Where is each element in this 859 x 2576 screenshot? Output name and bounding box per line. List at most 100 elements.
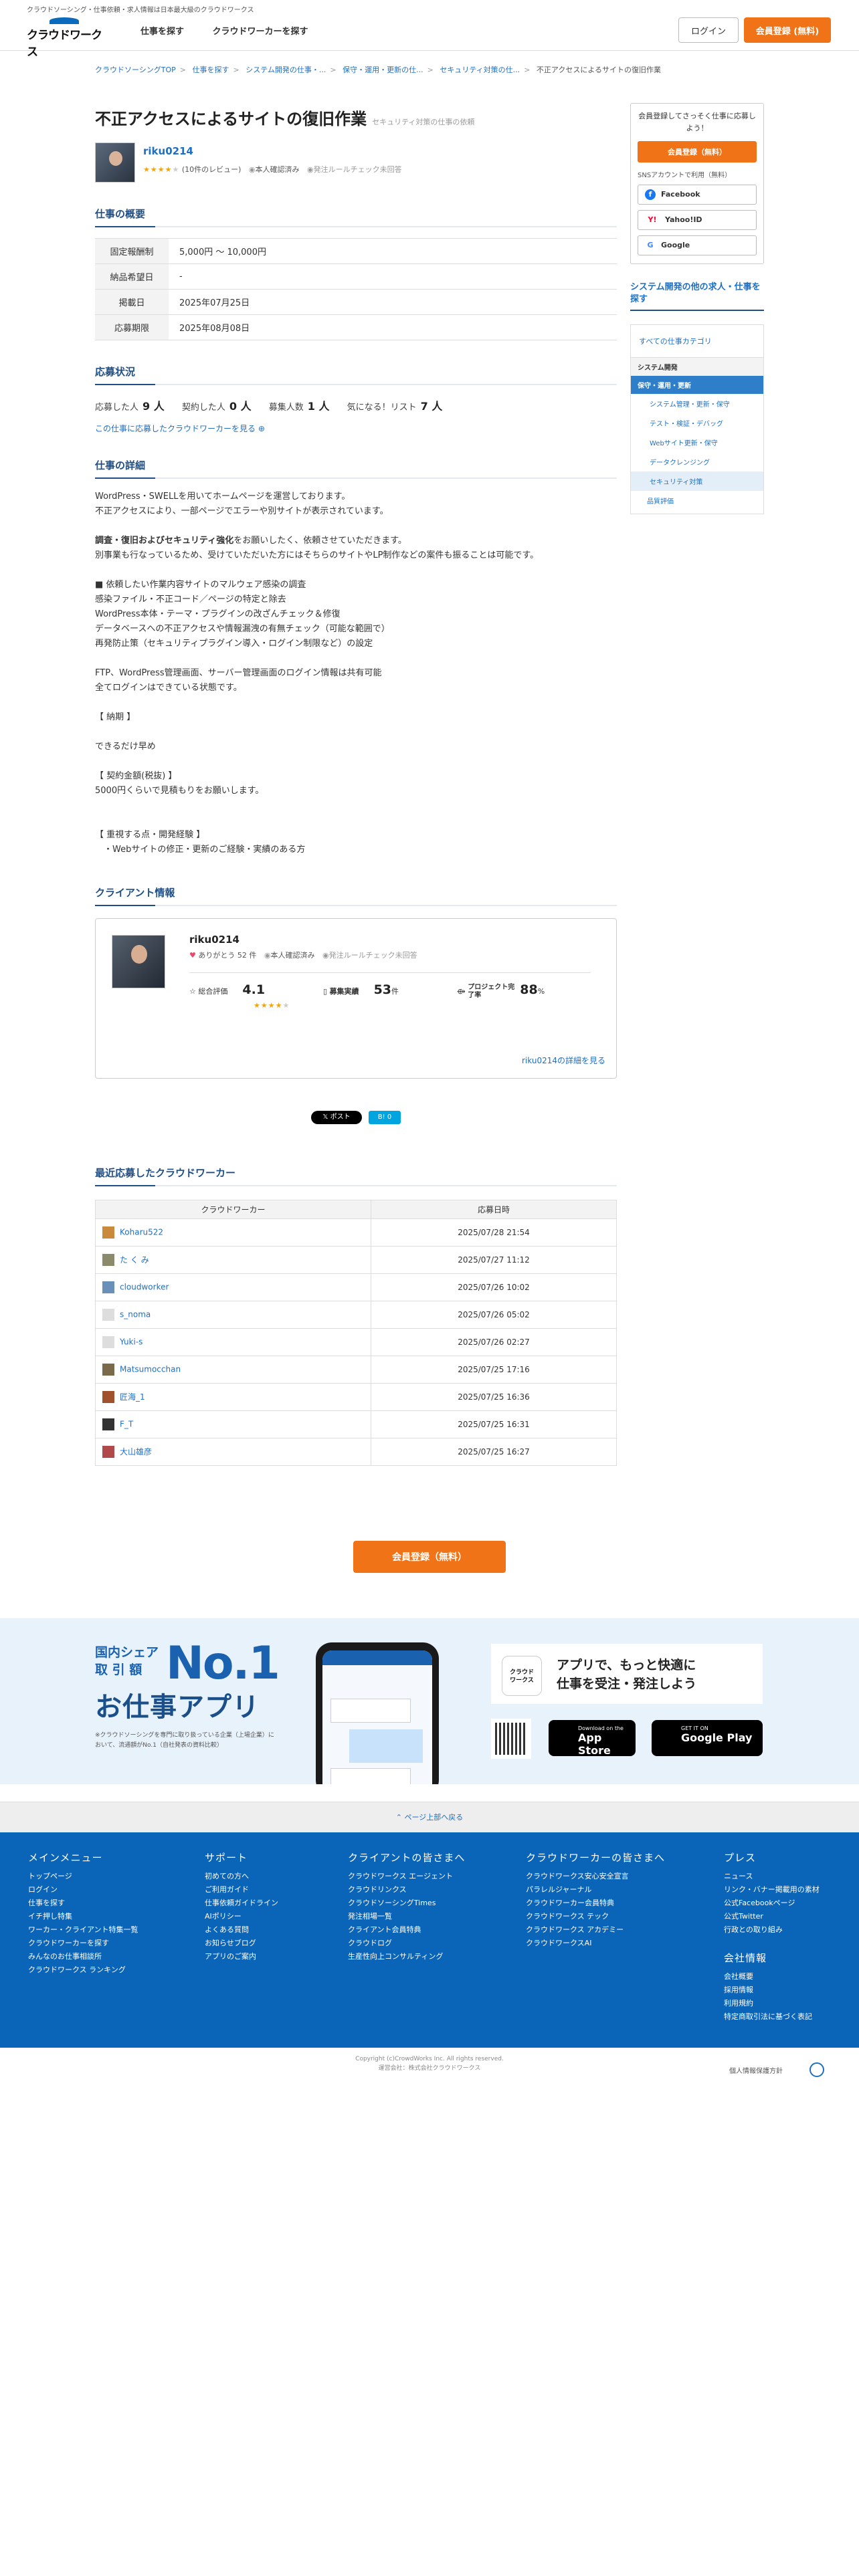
applicant-cell: た く み bbox=[95, 1246, 371, 1274]
footer-link[interactable]: クラウドログ bbox=[348, 1937, 465, 1950]
category-item[interactable]: 品質評価 bbox=[631, 491, 763, 514]
footer-link[interactable]: クラウドワークス エージェント bbox=[348, 1870, 465, 1883]
category-item[interactable]: テスト・検証・デバッグ bbox=[631, 413, 763, 433]
category-item[interactable]: システム管理・更新・保守 bbox=[631, 394, 763, 413]
breadcrumb-item[interactable]: セキュリティ対策の仕... bbox=[440, 66, 520, 74]
applicant-name-link[interactable]: Matsumocchan bbox=[120, 1365, 181, 1374]
sidebar-register-button[interactable]: 会員登録（無料） bbox=[638, 141, 757, 163]
footer-link[interactable]: 特定商取引法に基づく表記 bbox=[724, 2010, 820, 2024]
footer-link[interactable]: ニュース bbox=[724, 1870, 820, 1883]
category-item-current[interactable]: セキュリティ対策 bbox=[631, 471, 763, 491]
footer-link[interactable]: 発注相場一覧 bbox=[348, 1910, 465, 1923]
footer-link[interactable]: 行政との取り組み bbox=[724, 1923, 820, 1937]
page-top-link[interactable]: ⌃ ページ上部へ戻る bbox=[0, 1802, 859, 1832]
footer-link[interactable]: クラウドソーシングTimes bbox=[348, 1897, 465, 1910]
applicant-avatar[interactable] bbox=[102, 1254, 114, 1267]
footer-link[interactable]: ログイン bbox=[28, 1883, 138, 1897]
footer-link[interactable]: 生産性向上コンサルティング bbox=[348, 1950, 465, 1963]
applicant-avatar[interactable] bbox=[102, 1364, 114, 1376]
footer-link[interactable]: 会社概要 bbox=[724, 1970, 820, 1983]
footer-link[interactable]: トップページ bbox=[28, 1870, 138, 1883]
login-button[interactable]: ログイン bbox=[678, 17, 739, 43]
applicant-avatar[interactable] bbox=[102, 1309, 114, 1321]
footer-link[interactable]: クラウドワークス テック bbox=[526, 1910, 665, 1923]
footer-link[interactable]: クライアント会員特典 bbox=[348, 1923, 465, 1937]
google-login-button[interactable]: G Google bbox=[638, 235, 757, 255]
footer-link[interactable]: クラウドワークス安心安全宣言 bbox=[526, 1870, 665, 1883]
client-detail-link[interactable]: riku0214の詳細を見る bbox=[522, 1055, 605, 1066]
footer-link[interactable]: クラウドワーカーを探す bbox=[28, 1937, 138, 1950]
breadcrumb-item[interactable]: システム開発の仕事・... bbox=[246, 66, 326, 74]
bottom-register-button[interactable]: 会員登録（無料） bbox=[353, 1541, 506, 1573]
applicant-name-link[interactable]: cloudworker bbox=[120, 1283, 169, 1292]
phone-app-bar bbox=[322, 1650, 432, 1665]
yahoo-login-button[interactable]: Y! Yahoo!ID bbox=[638, 210, 757, 230]
nav-find-workers[interactable]: クラウドワーカーを探す bbox=[213, 27, 308, 37]
applicant-avatar[interactable] bbox=[102, 1226, 114, 1239]
footer-link[interactable]: AIポリシー bbox=[205, 1910, 278, 1923]
app-info-box: クラウド ワークス アプリで、もっと快適に 仕事を受注・発注しよう bbox=[491, 1644, 763, 1704]
footer-link[interactable]: ワーカー・クライアント特集一覧 bbox=[28, 1923, 138, 1937]
view-applicants-text[interactable]: この仕事に応募したクラウドワーカーを見る bbox=[95, 424, 256, 433]
footer-link[interactable]: 仕事を探す bbox=[28, 1897, 138, 1910]
applicant-name-link[interactable]: Koharu522 bbox=[120, 1228, 163, 1237]
breadcrumb-item[interactable]: クラウドソーシングTOP bbox=[95, 66, 176, 74]
applicant-name-link[interactable]: F_T bbox=[120, 1420, 133, 1429]
register-button[interactable]: 会員登録 (無料) bbox=[744, 17, 831, 43]
applicant-avatar[interactable] bbox=[102, 1391, 114, 1404]
footer-link[interactable]: 採用情報 bbox=[724, 1983, 820, 1997]
view-applicants-link[interactable]: この仕事に応募したクラウドワーカーを見る ⊕ bbox=[95, 423, 617, 434]
client-orders-unit: 件 bbox=[391, 987, 399, 996]
applicant-avatar[interactable] bbox=[102, 1281, 114, 1293]
hatena-bookmark-button[interactable]: B! 0 bbox=[369, 1111, 401, 1124]
owner-name-link[interactable]: riku0214 bbox=[143, 145, 193, 157]
yahoo-label: Yahoo!ID bbox=[665, 215, 702, 224]
nav-find-jobs[interactable]: 仕事を探す bbox=[140, 27, 184, 37]
facebook-login-button[interactable]: f Facebook bbox=[638, 185, 757, 205]
owner-review-count[interactable]: (10件のレビュー) bbox=[182, 165, 242, 174]
breadcrumb-item[interactable]: 保守・運用・更新の仕... bbox=[343, 66, 423, 74]
applicant-name-link[interactable]: Yuki-s bbox=[120, 1337, 142, 1347]
app-store-badge[interactable]: Download on the App Store bbox=[549, 1720, 636, 1757]
applicant-name-link[interactable]: た く み bbox=[120, 1255, 149, 1265]
category-level1[interactable]: システム開発 bbox=[631, 358, 763, 376]
footer-link[interactable]: よくある質問 bbox=[205, 1923, 278, 1937]
footer-link[interactable]: アプリのご案内 bbox=[205, 1950, 278, 1963]
footer-link[interactable]: クラウドワーカー会員特典 bbox=[526, 1897, 665, 1910]
footer-link[interactable]: クラウドワークスAI bbox=[526, 1937, 665, 1950]
x-post-button[interactable]: 𝕏 ポスト bbox=[311, 1111, 362, 1124]
applicant-name-link[interactable]: s_noma bbox=[120, 1310, 151, 1319]
footer-link[interactable]: 初めての方へ bbox=[205, 1870, 278, 1883]
applicant-avatar[interactable] bbox=[102, 1446, 114, 1459]
category-level2-active[interactable]: 保守・運用・更新 bbox=[631, 376, 763, 394]
owner-avatar[interactable] bbox=[95, 142, 135, 183]
applicant-avatar[interactable] bbox=[102, 1336, 114, 1348]
app-store-small: Download on the bbox=[578, 1725, 624, 1731]
footer-link[interactable]: イチ押し特集 bbox=[28, 1910, 138, 1923]
applicant-name-link[interactable]: 匠海_1 bbox=[120, 1392, 145, 1402]
applicant-avatar[interactable] bbox=[102, 1418, 114, 1430]
logo[interactable]: クラウドワークス bbox=[27, 17, 102, 59]
footer-link[interactable]: 公式Facebookページ bbox=[724, 1897, 820, 1910]
footer-link[interactable]: 仕事依頼ガイドライン bbox=[205, 1897, 278, 1910]
footer-link[interactable]: 利用規約 bbox=[724, 1997, 820, 2010]
all-categories-link[interactable]: すべての仕事カテゴリ bbox=[631, 325, 763, 358]
footer-link[interactable]: クラウドワークス ランキング bbox=[28, 1963, 138, 1977]
footer-link[interactable]: クラウドワークス アカデミー bbox=[526, 1923, 665, 1937]
category-item[interactable]: データクレンジング bbox=[631, 452, 763, 471]
footer-link[interactable]: 公式Twitter bbox=[724, 1910, 820, 1923]
category-item[interactable]: Webサイト更新・保守 bbox=[631, 433, 763, 452]
table-row: Yuki-s 2025/07/26 02:27 bbox=[95, 1328, 617, 1356]
client-avatar[interactable] bbox=[112, 935, 165, 988]
client-name[interactable]: riku0214 bbox=[189, 934, 240, 946]
footer-link[interactable]: ご利用ガイド bbox=[205, 1883, 278, 1897]
breadcrumb-item[interactable]: 仕事を探す bbox=[193, 66, 229, 74]
footer-link[interactable]: クラウドリンクス bbox=[348, 1883, 465, 1897]
footer-link[interactable]: リンク・バナー掲載用の素材 bbox=[724, 1883, 820, 1897]
google-play-badge[interactable]: GET IT ON Google Play bbox=[652, 1720, 763, 1756]
footer-link[interactable]: お知らせブログ bbox=[205, 1937, 278, 1950]
footer-link[interactable]: みんなのお仕事相談所 bbox=[28, 1950, 138, 1963]
applicant-name-link[interactable]: 大山雄彦 bbox=[120, 1447, 152, 1457]
privacy-policy-link[interactable]: 個人情報保護方針 bbox=[729, 2065, 783, 2075]
footer-link[interactable]: パラレルジャーナル bbox=[526, 1883, 665, 1897]
